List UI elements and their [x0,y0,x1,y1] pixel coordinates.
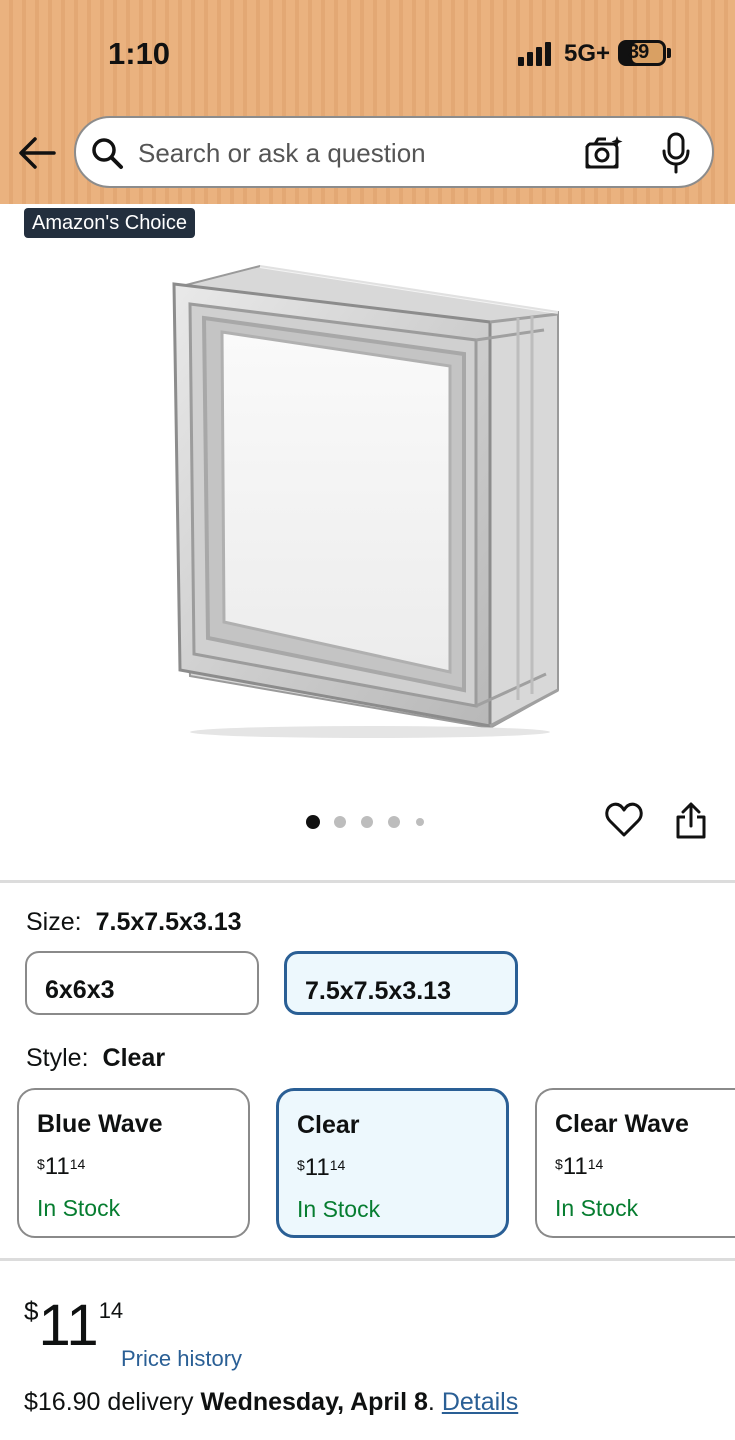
stock-status: In Stock [37,1195,121,1221]
delivery-fee: $16.90 delivery [24,1388,194,1416]
size-option-7-5x7-5x3-13[interactable]: 7.5x7.5x3.13 [284,951,518,1015]
size-option-label: 7.5x7.5x3.13 [305,977,451,1005]
price-history-link[interactable]: Price history [121,1346,242,1372]
style-option-name: Clear Wave [555,1110,689,1138]
battery-icon: 39 [618,40,666,66]
section-divider [0,880,735,883]
style-option-price: $1114 [297,1154,346,1181]
style-option-clear-wave[interactable]: Clear Wave $1114 In Stock [535,1088,735,1238]
carousel-dot[interactable] [334,816,346,828]
style-option-blue-wave[interactable]: Blue Wave $1114 In Stock [17,1088,250,1238]
carousel-dot[interactable] [416,818,424,826]
product-image[interactable] [160,260,570,740]
network-type: 5G+ [564,40,611,67]
app-header: 1:10 5G+ 39 Search or ask a question [0,0,735,204]
camera-search-icon[interactable] [584,134,624,172]
carousel-dot[interactable] [361,816,373,828]
delivery-info: $16.90 delivery Wednesday, April 8. Deta… [24,1388,519,1416]
delivery-date: Wednesday, April 8 [200,1388,428,1416]
cellular-signal-icon [518,42,556,66]
microphone-icon[interactable] [660,132,692,174]
details-link[interactable]: Details [442,1388,518,1416]
search-input[interactable]: Search or ask a question [74,116,714,188]
product-price: $1114 [24,1293,124,1358]
style-option-name: Blue Wave [37,1110,163,1138]
style-option-name: Clear [297,1111,360,1139]
search-placeholder: Search or ask a question [138,138,426,168]
style-option-price: $1114 [555,1153,604,1180]
style-label: Style: [26,1044,89,1072]
size-label-row: Size: 7.5x7.5x3.13 [26,908,242,937]
style-option-price: $1114 [37,1153,86,1180]
size-option-label: 6x6x3 [45,976,115,1004]
size-label: Size: [26,908,82,936]
stock-status: In Stock [555,1195,639,1221]
search-icon [92,138,123,169]
amazons-choice-badge: Amazon's Choice [24,208,195,238]
status-time: 1:10 [108,36,171,71]
share-icon[interactable] [674,802,708,840]
size-selected-value: 7.5x7.5x3.13 [95,908,242,936]
battery-level: 39 [628,41,649,63]
stock-status: In Stock [297,1196,381,1222]
back-arrow-icon[interactable] [18,136,56,170]
style-label-row: Style: Clear [26,1044,165,1073]
carousel-dot[interactable] [388,816,400,828]
carousel-dot-active[interactable] [306,815,320,829]
style-selected-value: Clear [102,1044,166,1072]
section-divider [0,1258,735,1261]
heart-icon[interactable] [604,800,644,840]
style-option-clear[interactable]: Clear $1114 In Stock [276,1088,509,1238]
size-option-6x6x3[interactable]: 6x6x3 [25,951,259,1015]
battery-cap [667,48,671,58]
